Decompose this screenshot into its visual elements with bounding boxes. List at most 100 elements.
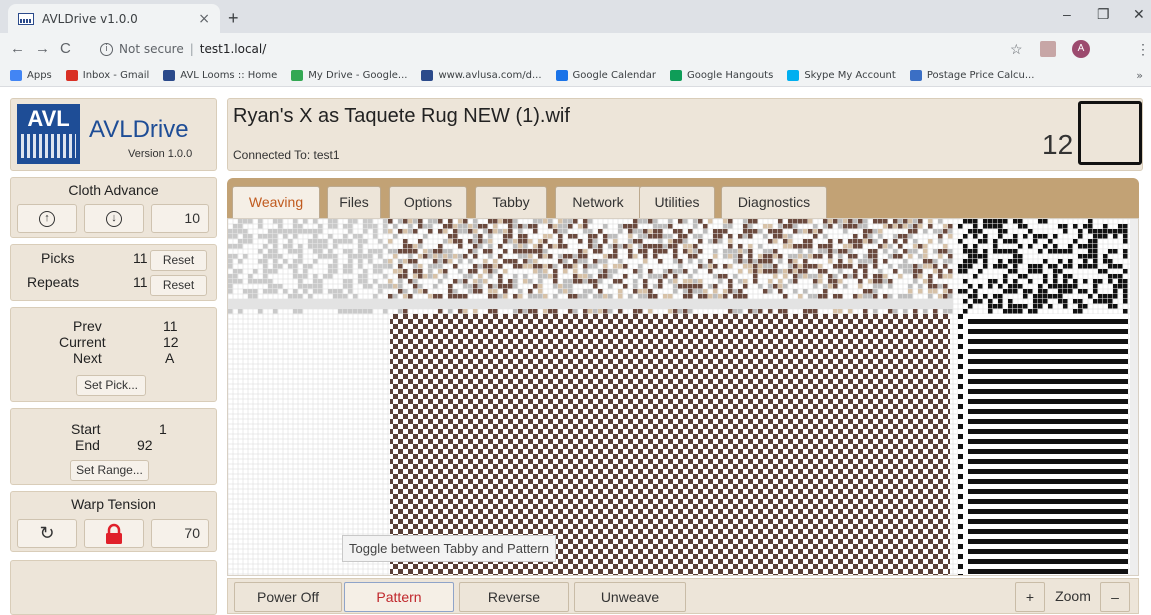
bookmark-item[interactable]: Google Hangouts xyxy=(669,70,774,81)
cloth-advance-value[interactable]: 10 xyxy=(151,204,209,233)
bookmark-item[interactable]: Apps xyxy=(10,70,52,81)
bookmark-label: Google Calendar xyxy=(572,70,656,81)
pick-color-box xyxy=(1078,101,1142,165)
tab-network[interactable]: Network xyxy=(555,186,641,218)
maximize-button[interactable]: ❐ xyxy=(1097,6,1110,23)
cloth-advance-title: Cloth Advance xyxy=(68,182,159,198)
tension-lock-button[interactable] xyxy=(84,519,144,548)
start-value: 1 xyxy=(159,421,167,437)
connection-status: Connected To: test1 xyxy=(233,148,340,162)
warp-tension-value[interactable]: 70 xyxy=(151,519,209,548)
bookmark-icon xyxy=(10,70,22,81)
main-tab-bar: Weaving Files Options Tabby Network Util… xyxy=(227,178,1139,218)
bookmark-item[interactable]: Inbox - Gmail xyxy=(65,70,150,81)
zoom-in-button[interactable]: + xyxy=(1015,582,1045,612)
refresh-icon: ↻ xyxy=(39,523,55,543)
cloth-advance-up-button[interactable]: ↑ xyxy=(17,204,77,233)
bookmark-item[interactable]: Google Calendar xyxy=(555,70,656,81)
arrow-up-icon: ↑ xyxy=(39,211,55,227)
avl-logo: AVL xyxy=(17,104,80,164)
cloth-advance-panel: Cloth Advance ↑ ↓ 10 xyxy=(10,177,217,238)
browser-menu-icon[interactable]: ⋮ xyxy=(1136,41,1150,58)
set-pick-button[interactable]: Set Pick... xyxy=(76,375,146,396)
bookmark-item[interactable]: Postage Price Calcu... xyxy=(909,70,1035,81)
pattern-button[interactable]: Pattern xyxy=(344,582,454,612)
security-label: Not secure xyxy=(119,42,184,56)
bookmark-item[interactable]: My Drive - Google... xyxy=(291,70,407,81)
address-separator: | xyxy=(189,42,194,56)
reverse-button[interactable]: Reverse xyxy=(459,582,569,612)
tab-close-icon[interactable]: × xyxy=(198,11,210,27)
new-tab-button[interactable]: + xyxy=(228,8,239,29)
unweave-button[interactable]: Unweave xyxy=(574,582,686,612)
reset-repeats-button[interactable]: Reset xyxy=(150,275,207,296)
zoom-out-button[interactable]: – xyxy=(1100,582,1130,612)
end-value: 92 xyxy=(137,437,153,453)
browser-tab[interactable]: AVLDrive v1.0.0 × xyxy=(8,4,220,33)
bookmark-icon xyxy=(163,70,176,81)
weaving-draft[interactable] xyxy=(227,218,1139,576)
arrow-down-icon: ↓ xyxy=(106,211,122,227)
extension-icon[interactable] xyxy=(1040,41,1056,57)
app-version: Version 1.0.0 xyxy=(128,148,193,160)
bookmark-icon xyxy=(65,70,78,81)
next-label: Next xyxy=(73,350,102,366)
bookmark-label: www.avlusa.com/d... xyxy=(438,70,542,81)
zoom-label: Zoom xyxy=(1055,588,1091,604)
current-label: Current xyxy=(59,334,106,350)
prev-label: Prev xyxy=(73,318,102,334)
set-range-button[interactable]: Set Range... xyxy=(70,460,149,481)
tab-utilities[interactable]: Utilities xyxy=(639,186,715,218)
tab-files[interactable]: Files xyxy=(327,186,381,218)
app-name: AVLDrive xyxy=(89,116,189,143)
bookmark-label: Postage Price Calcu... xyxy=(926,70,1035,81)
avl-favicon-icon xyxy=(18,12,34,25)
address-bar[interactable]: i Not secure | test1.local/ xyxy=(100,37,1025,61)
back-button[interactable]: ← xyxy=(10,40,25,57)
bookmark-label: Skype My Account xyxy=(804,70,896,81)
profile-avatar[interactable]: A xyxy=(1072,40,1090,58)
draft-grid[interactable] xyxy=(228,219,1139,576)
bookmark-label: AVL Looms :: Home xyxy=(180,70,278,81)
bookmark-item[interactable]: AVL Looms :: Home xyxy=(163,70,277,81)
bookmarks-bar: Apps Inbox - Gmail AVL Looms :: Home My Dri… xyxy=(0,65,1151,87)
counters-panel: Picks 11 Reset Repeats 11 Reset xyxy=(10,244,217,301)
bookmark-label: Inbox - Gmail xyxy=(82,70,150,81)
bookmark-icon xyxy=(909,70,922,81)
repeats-label: Repeats xyxy=(27,274,80,290)
warp-tension-panel: Warp Tension ↻ 70 xyxy=(10,491,217,552)
start-label: Start xyxy=(71,421,101,437)
cloth-advance-down-button[interactable]: ↓ xyxy=(84,204,144,233)
tab-weaving[interactable]: Weaving xyxy=(232,186,320,218)
bookmark-label: Apps xyxy=(27,70,52,81)
file-title: Ryan's X as Taquete Rug NEW (1).wif xyxy=(233,105,570,127)
close-window-button[interactable]: ✕ xyxy=(1133,6,1145,23)
range-panel: Start 1 End 92 Set Range... xyxy=(10,408,217,485)
bookmarks-overflow-icon[interactable]: » xyxy=(1136,69,1143,82)
end-label: End xyxy=(75,437,100,453)
bookmark-item[interactable]: Skype My Account xyxy=(787,70,896,81)
browser-tab-strip: AVLDrive v1.0.0 × + – ❐ ✕ xyxy=(0,0,1151,33)
browser-toolbar: ← → C i Not secure | test1.local/ ☆ ⋮ xyxy=(0,33,1151,65)
lock-icon xyxy=(106,523,122,544)
picks-label: Picks xyxy=(41,250,75,266)
power-off-button[interactable]: Power Off xyxy=(234,582,342,612)
bookmark-icon xyxy=(555,70,568,81)
reset-picks-button[interactable]: Reset xyxy=(150,250,207,271)
current-value: 12 xyxy=(163,334,179,350)
tab-diagnostics[interactable]: Diagnostics xyxy=(721,186,827,218)
tab-tabby[interactable]: Tabby xyxy=(475,186,547,218)
bookmark-item[interactable]: www.avlusa.com/d... xyxy=(421,70,542,81)
bookmark-star-icon[interactable]: ☆ xyxy=(1010,41,1023,58)
browser-tab-title: AVLDrive v1.0.0 xyxy=(42,11,138,26)
tension-refresh-button[interactable]: ↻ xyxy=(17,519,77,548)
picks-value: 11 xyxy=(133,250,148,266)
bottom-toolbar: Power Off Pattern Reverse Unweave + Zoom… xyxy=(227,578,1139,614)
file-header: Ryan's X as Taquete Rug NEW (1).wif Conn… xyxy=(227,98,1143,171)
bookmark-label: Google Hangouts xyxy=(686,70,774,81)
info-icon[interactable]: i xyxy=(100,42,113,56)
minimize-button[interactable]: – xyxy=(1063,6,1071,22)
reload-button[interactable]: C xyxy=(60,40,71,57)
tab-options[interactable]: Options xyxy=(389,186,467,218)
forward-button[interactable]: → xyxy=(35,40,50,57)
